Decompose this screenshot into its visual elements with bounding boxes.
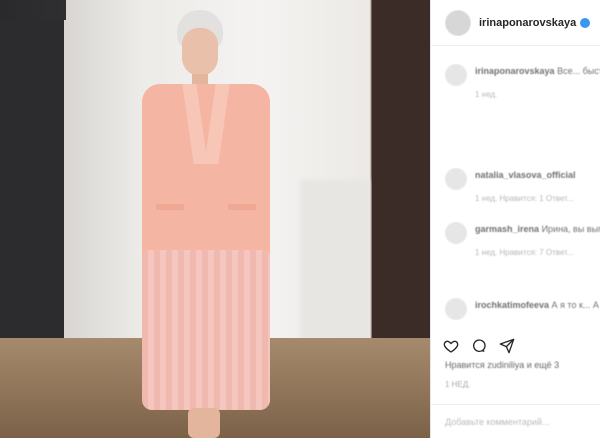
comment-avatar[interactable] bbox=[445, 222, 467, 244]
comment-username[interactable]: garmash_irena bbox=[475, 224, 539, 234]
heart-icon[interactable] bbox=[443, 338, 459, 354]
comment-username[interactable]: irinaponarovskaya bbox=[475, 66, 555, 76]
comment-meta: 1 нед. Нравится: 1 Ответ... bbox=[475, 194, 574, 203]
lapel-left bbox=[182, 84, 208, 164]
comment-item: garmash_irena Ирина, вы выглядите шикарн… bbox=[445, 222, 600, 257]
comment-username[interactable]: irochkatimofeeva bbox=[475, 300, 549, 310]
post-actions bbox=[431, 334, 600, 358]
add-comment-placeholder: Добавьте комментарий... bbox=[445, 416, 550, 427]
comment-username[interactable]: natalia_vlasova_official bbox=[475, 170, 576, 180]
person bbox=[130, 0, 280, 438]
comment-icon[interactable] bbox=[471, 338, 487, 354]
share-icon[interactable] bbox=[499, 338, 515, 354]
pocket-right bbox=[228, 204, 256, 210]
comment-item: irochkatimofeeva А я то к... А Даже не в… bbox=[445, 298, 600, 324]
comment-text: Все... быстро и незаметно. Уж... скоро 2… bbox=[557, 66, 600, 76]
comment-item: natalia_vlasova_official 1 нед. Нравится… bbox=[445, 168, 600, 203]
avatar[interactable] bbox=[445, 9, 471, 36]
comments-list[interactable]: irinaponarovskaya Все... быстро и незаме… bbox=[431, 46, 600, 336]
post-header: irinaponarovskaya bbox=[431, 0, 600, 46]
add-comment-field[interactable]: Добавьте комментарий... bbox=[431, 404, 600, 438]
post-date: 1 НЕД. bbox=[445, 380, 471, 389]
verified-badge-icon bbox=[580, 17, 591, 28]
post-photo bbox=[0, 0, 430, 438]
post-username[interactable]: irinaponarovskaya bbox=[479, 17, 576, 29]
legs bbox=[188, 408, 220, 438]
comment-avatar[interactable] bbox=[445, 64, 467, 86]
lapel-right bbox=[204, 84, 230, 164]
face bbox=[182, 28, 218, 76]
background-furniture bbox=[300, 180, 370, 340]
pocket-left bbox=[156, 204, 184, 210]
comment-item: irinaponarovskaya Все... быстро и незаме… bbox=[445, 64, 600, 99]
skirt bbox=[142, 250, 270, 410]
comment-avatar[interactable] bbox=[445, 298, 467, 320]
comment-avatar[interactable] bbox=[445, 168, 467, 190]
comment-meta: 1 нед. Нравится: 7 Ответ... bbox=[475, 248, 574, 257]
comment-meta: 1 нед. bbox=[475, 90, 498, 99]
post-sidebar: irinaponarovskaya irinaponarovskaya Все.… bbox=[430, 0, 600, 438]
comment-text: А я то к... А Даже не верится bbox=[551, 300, 600, 310]
comment-text: Ирина, вы выглядите шикарно,стил... Ждём… bbox=[541, 224, 600, 234]
likes-summary[interactable]: Нравится zudiniliya и ещё 3 bbox=[445, 360, 600, 376]
background-door bbox=[0, 20, 68, 340]
